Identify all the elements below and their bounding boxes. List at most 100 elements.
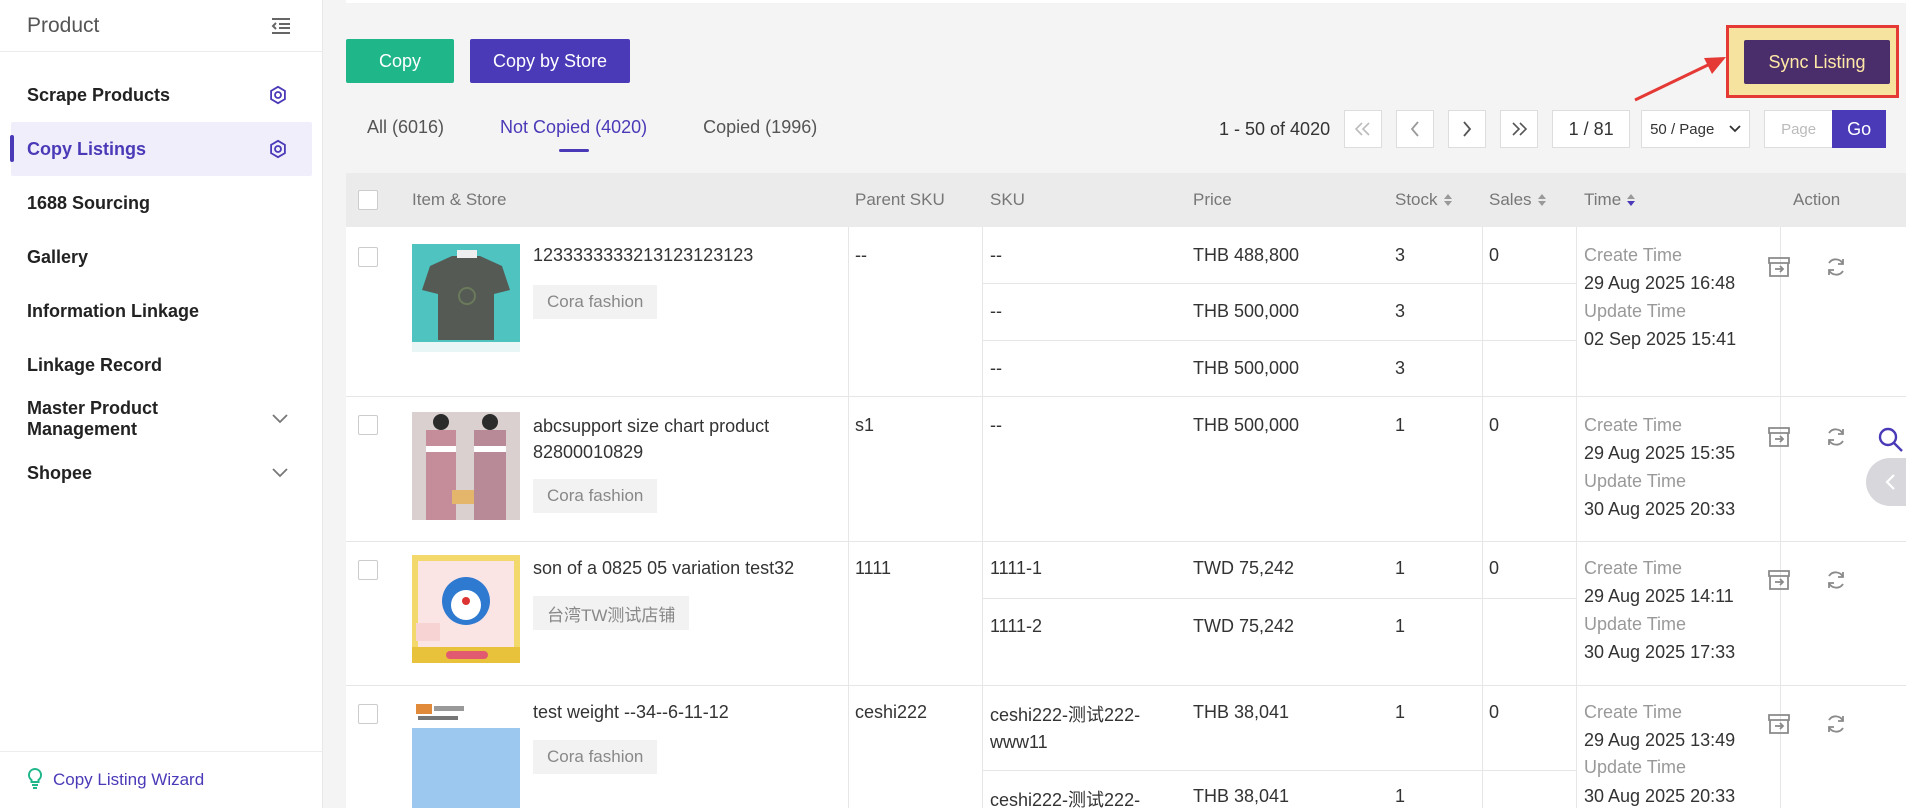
tab-all[interactable]: All (6016)	[367, 117, 444, 152]
collapse-menu-icon[interactable]	[270, 17, 292, 35]
double-chevron-left-icon	[1355, 122, 1370, 136]
gear-icon[interactable]	[268, 139, 288, 159]
row-checkbox[interactable]	[358, 560, 378, 580]
sku: --	[990, 245, 1002, 265]
side-panel-toggle[interactable]	[1866, 458, 1906, 506]
store-copy-icon[interactable]	[1766, 255, 1792, 284]
stock: 1	[1395, 702, 1406, 722]
product-title[interactable]: test weight --34--6-11-12	[533, 702, 729, 723]
header-time[interactable]: Time	[1584, 173, 1636, 227]
store-copy-icon[interactable]	[1766, 425, 1792, 454]
sidebar-item-1688-sourcing[interactable]: 1688 Sourcing	[0, 176, 312, 230]
product-title[interactable]: abcsupport size chart product 8280001082…	[533, 413, 813, 465]
sidebar-item-label: Gallery	[27, 246, 89, 267]
product-thumbnail[interactable]	[412, 555, 520, 663]
row-checkbox[interactable]	[358, 704, 378, 724]
sales: 0	[1489, 245, 1500, 265]
create-time-label: Create Time	[1584, 558, 1683, 578]
sku: ceshi222-测试222-	[990, 790, 1141, 808]
sku: 1111-1	[990, 558, 1043, 578]
parent-sku: --	[855, 245, 867, 265]
update-time: 30 Aug 2025 17:33	[1584, 642, 1736, 662]
copy-listing-wizard-link[interactable]: Copy Listing Wizard	[0, 751, 322, 808]
header-sales[interactable]: Sales	[1489, 173, 1547, 227]
sidebar-item-shopee[interactable]: Shopee	[0, 446, 312, 500]
row-checkbox[interactable]	[358, 247, 378, 267]
last-page-button[interactable]	[1500, 110, 1539, 148]
sort-icon[interactable]	[1537, 193, 1547, 207]
header-action: Action	[1793, 190, 1841, 209]
sync-icon[interactable]	[1824, 425, 1848, 454]
store-copy-icon[interactable]	[1766, 712, 1792, 741]
chevron-left-icon	[1410, 121, 1419, 137]
goto-page-input[interactable]: Page	[1764, 110, 1833, 148]
next-page-button[interactable]	[1448, 110, 1487, 148]
header-parent-sku: Parent SKU	[855, 190, 945, 209]
sync-icon[interactable]	[1824, 568, 1848, 597]
first-page-button[interactable]	[1344, 110, 1383, 148]
search-icon[interactable]	[1876, 425, 1904, 453]
row-actions	[1766, 712, 1848, 741]
row-actions	[1766, 425, 1848, 454]
sidebar-item-linkage-record[interactable]: Linkage Record	[0, 338, 312, 392]
prev-page-button[interactable]	[1396, 110, 1435, 148]
header-stock[interactable]: Stock	[1395, 173, 1453, 227]
row-actions	[1766, 568, 1848, 597]
sidebar-item-label: 1688 Sourcing	[27, 192, 151, 213]
update-time-label: Update Time	[1584, 471, 1687, 491]
table-row: 1233333333213123123123 Cora fashion -- -…	[346, 227, 1906, 397]
update-time-label: Update Time	[1584, 757, 1687, 777]
sidebar-item-label: Information Linkage	[27, 300, 200, 321]
sidebar-item-gallery[interactable]: Gallery	[0, 230, 312, 284]
price: THB 38,041	[1193, 786, 1290, 806]
gear-icon[interactable]	[268, 85, 288, 105]
price: THB 488,800	[1193, 245, 1300, 265]
row-checkbox[interactable]	[358, 415, 378, 435]
product-thumbnail[interactable]	[412, 412, 520, 520]
table-row: test weight --34--6-11-12 Cora fashion c…	[346, 686, 1906, 808]
product-title[interactable]: son of a 0825 05 variation test32	[533, 558, 794, 579]
sku: --	[990, 358, 1002, 378]
go-button[interactable]: Go	[1832, 110, 1887, 148]
sidebar: Product Scrape Products Copy Listings 16…	[0, 0, 323, 808]
sync-icon[interactable]	[1824, 255, 1848, 284]
store-copy-icon[interactable]	[1766, 568, 1792, 597]
sync-icon[interactable]	[1824, 712, 1848, 741]
stock: 1	[1395, 415, 1406, 435]
sync-listing-button[interactable]: Sync Listing	[1744, 40, 1890, 84]
page-indicator[interactable]: 1 / 81	[1552, 110, 1631, 148]
product-title[interactable]: 1233333333213123123123	[533, 245, 753, 266]
sidebar-item-information-linkage[interactable]: Information Linkage	[0, 284, 312, 338]
sync-listing-highlight: Sync Listing	[1726, 25, 1899, 98]
select-all-cell	[358, 173, 378, 227]
tab-copied[interactable]: Copied (1996)	[703, 117, 817, 152]
sales: 0	[1489, 702, 1500, 722]
price: TWD 75,242	[1193, 616, 1295, 636]
sort-icon[interactable]	[1443, 193, 1453, 207]
create-time-label: Create Time	[1584, 702, 1683, 722]
page-size-value: 50 / Page	[1650, 120, 1715, 138]
copy-button[interactable]: Copy	[346, 39, 454, 83]
copy-by-store-button[interactable]: Copy by Store	[470, 39, 630, 83]
product-thumbnail[interactable]	[412, 244, 520, 352]
sidebar-item-label: Copy Listings	[27, 138, 147, 159]
sidebar-item-copy-listings[interactable]: Copy Listings	[10, 122, 312, 176]
sidebar-item-master-product-management[interactable]: Master Product Management	[0, 392, 312, 446]
create-time: 29 Aug 2025 14:11	[1584, 586, 1734, 606]
tab-not-copied[interactable]: Not Copied (4020)	[500, 117, 647, 152]
parent-sku: 1111	[855, 558, 892, 578]
double-chevron-right-icon	[1512, 122, 1528, 136]
product-thumbnail[interactable]	[412, 700, 520, 808]
sort-icon[interactable]	[1626, 193, 1636, 207]
sidebar-item-label: Scrape Products	[27, 84, 171, 105]
store-tag: Cora fashion	[533, 740, 658, 774]
header-item-store: Item & Store	[412, 190, 507, 209]
header-price: Price	[1193, 190, 1232, 209]
chevron-right-icon	[1463, 121, 1472, 137]
page-size-select[interactable]: 50 / Page	[1641, 110, 1751, 148]
parent-sku: ceshi222	[855, 702, 928, 722]
sidebar-item-scrape-products[interactable]: Scrape Products	[0, 68, 312, 122]
table-header: Item & Store Parent SKU SKU Price Stock …	[346, 173, 1906, 227]
sidebar-menu: Scrape Products Copy Listings 1688 Sourc…	[0, 52, 322, 500]
select-all-checkbox[interactable]	[358, 190, 378, 210]
